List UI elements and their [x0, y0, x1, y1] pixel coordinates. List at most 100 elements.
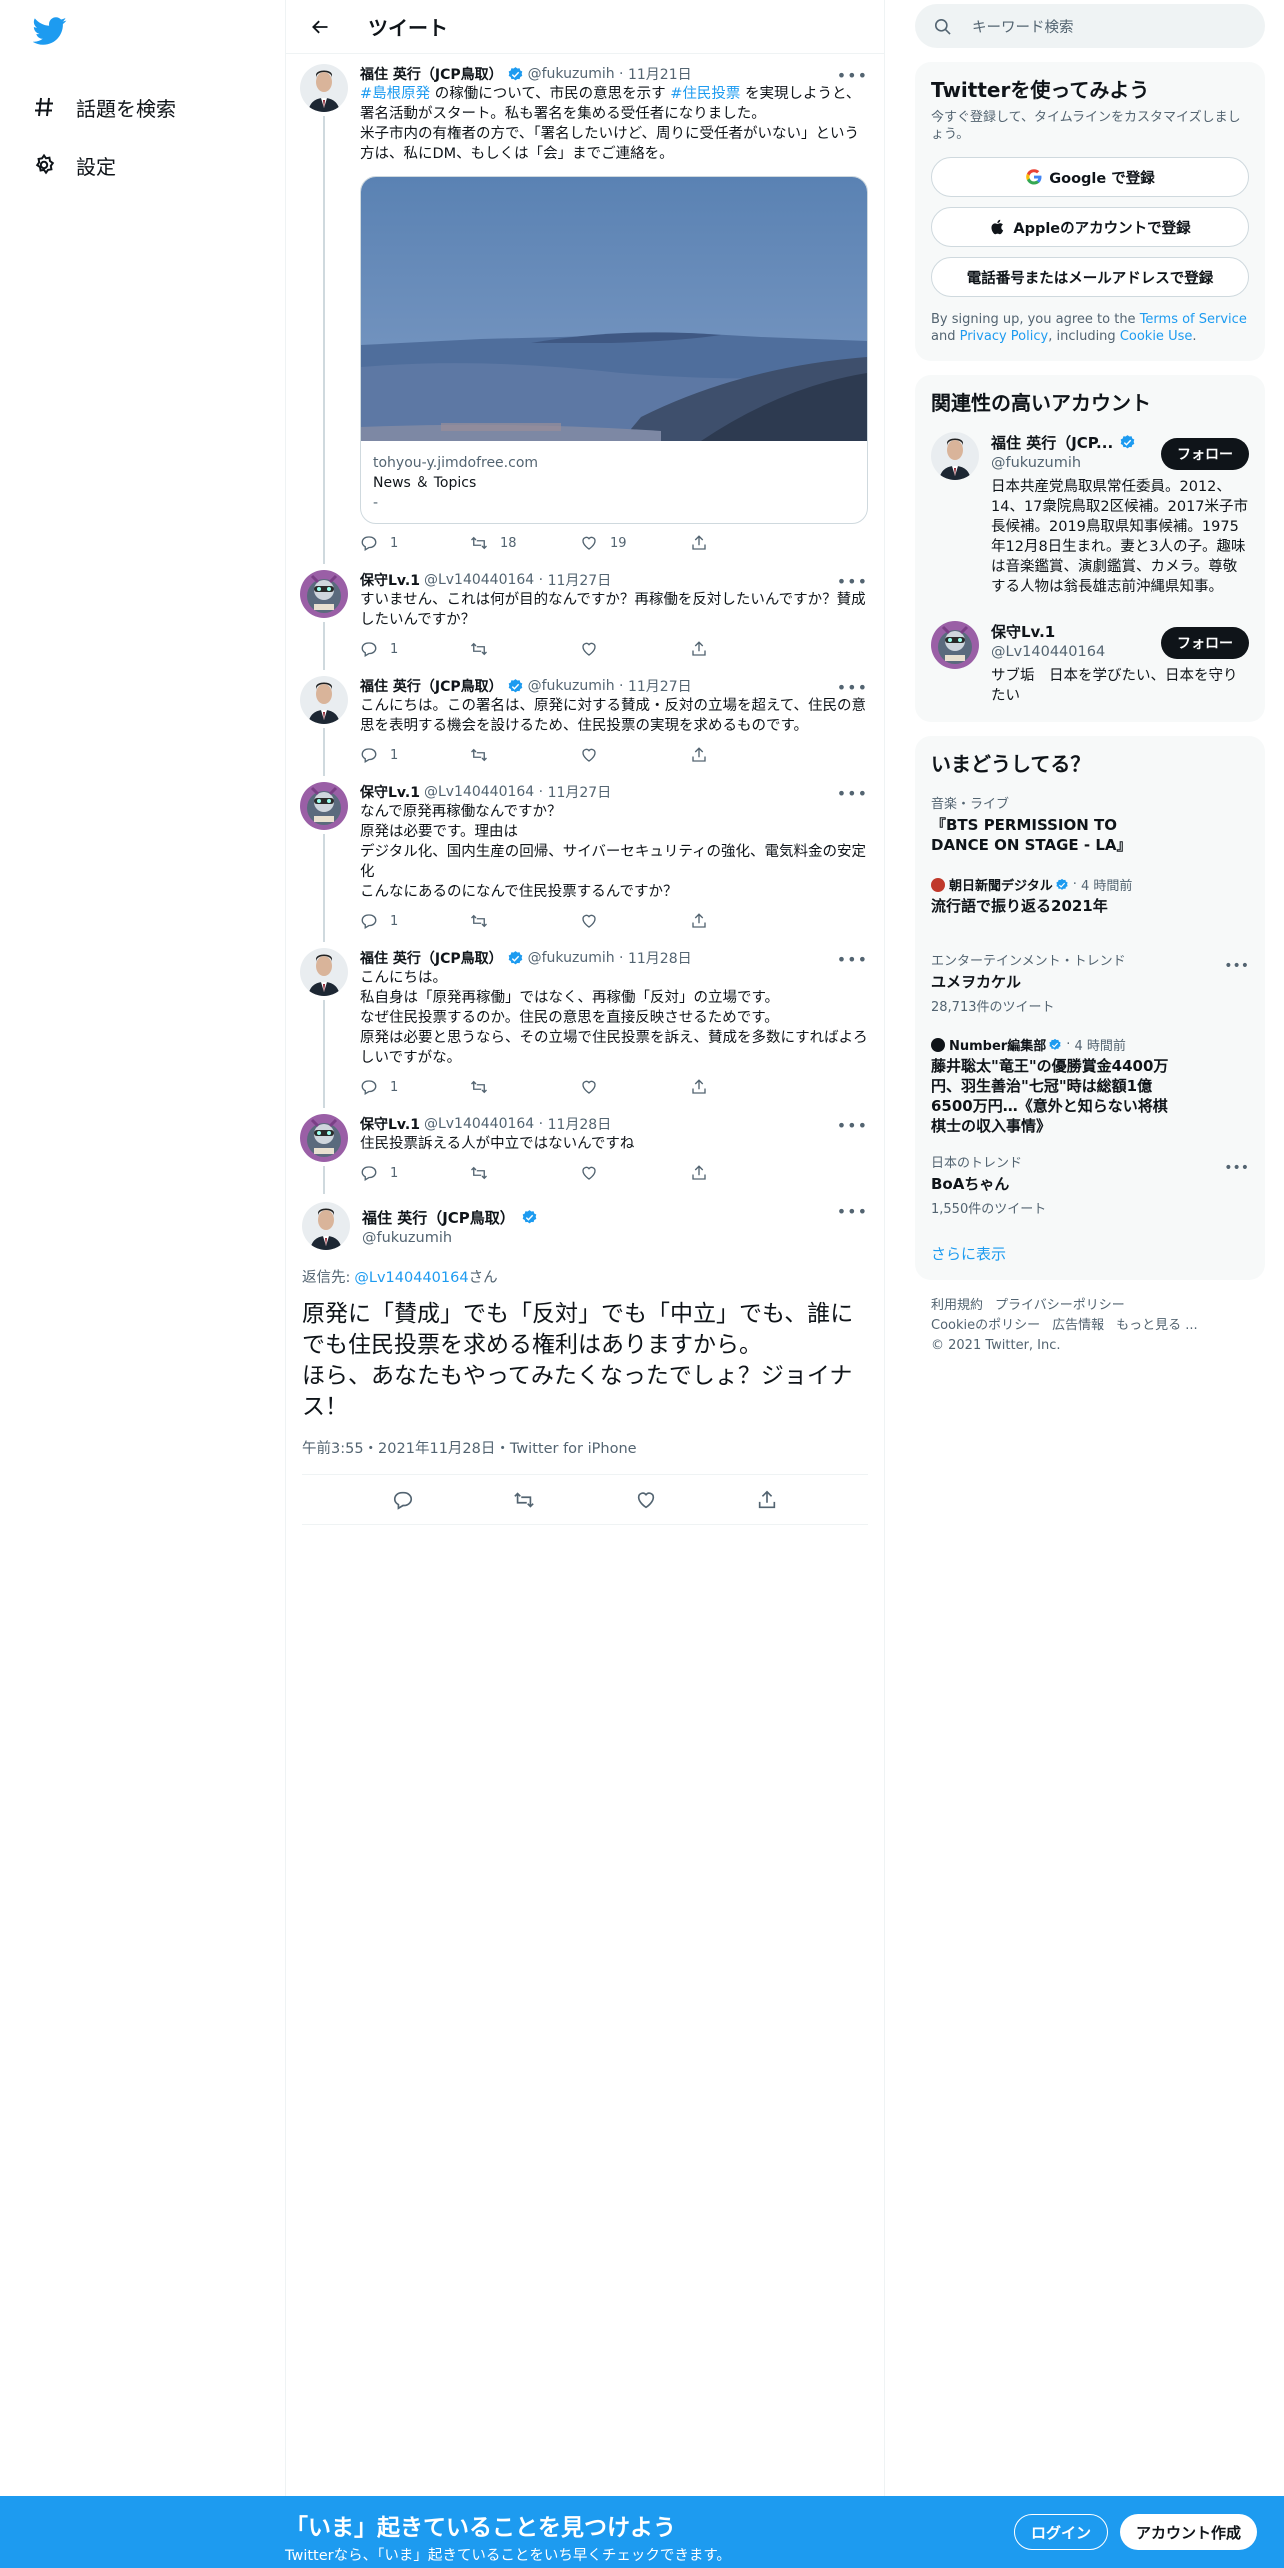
- author-name[interactable]: 保守Lv.1: [360, 570, 420, 590]
- gear-icon: [30, 151, 58, 179]
- more-icon[interactable]: •••: [1224, 1160, 1249, 1176]
- trend-item[interactable]: 朝日新聞デジタル · 4 時間前 流行語で振り返る2021年: [915, 865, 1265, 944]
- avatar[interactable]: [302, 1202, 350, 1250]
- author-name[interactable]: 福住 英行（JCP鳥取）: [360, 64, 503, 84]
- more-icon[interactable]: •••: [837, 1202, 868, 1221]
- footer-link[interactable]: もっと見る ...: [1116, 1318, 1198, 1333]
- avatar[interactable]: [300, 64, 348, 112]
- more-icon[interactable]: •••: [837, 66, 868, 85]
- nav-explore[interactable]: 話題を検索: [30, 78, 285, 136]
- author-name[interactable]: 福住 英行（JCP鳥取）: [360, 676, 503, 696]
- reply-button[interactable]: 1: [360, 640, 460, 658]
- tweet[interactable]: 保守Lv.1 @Lv140440164 · 11月28日 ••• 住民投票訴える…: [286, 1104, 884, 1194]
- trend-item[interactable]: 音楽・ライブ 『BTS PERMISSION TO DANCE ON STAGE…: [915, 787, 1265, 865]
- reply-icon[interactable]: [392, 1489, 414, 1511]
- reply-to-link[interactable]: @Lv140440164: [354, 1270, 468, 1286]
- retweet-button[interactable]: [470, 640, 570, 658]
- retweet-button[interactable]: [470, 1164, 570, 1182]
- tweet-date[interactable]: 11月27日: [628, 676, 692, 696]
- share-button[interactable]: [690, 746, 790, 764]
- heart-icon[interactable]: [635, 1489, 657, 1511]
- more-icon[interactable]: •••: [837, 678, 868, 697]
- hashtag-link[interactable]: #島根原発: [360, 86, 430, 102]
- tweet-date[interactable]: 11月27日: [548, 782, 612, 802]
- footer-link[interactable]: 利用規約: [931, 1298, 983, 1313]
- like-button[interactable]: [580, 1164, 680, 1182]
- author-name[interactable]: 福住 英行（JCP鳥取）: [360, 948, 503, 968]
- footer-link[interactable]: プライバシーポリシー: [995, 1298, 1125, 1313]
- signup-button[interactable]: アカウント作成: [1120, 2514, 1258, 2550]
- share-button[interactable]: [690, 640, 790, 658]
- nav-settings[interactable]: 設定: [30, 136, 285, 194]
- author-name[interactable]: 福住 英行（JCP鳥取）: [362, 1207, 515, 1228]
- more-icon[interactable]: •••: [837, 1116, 868, 1135]
- show-more-link[interactable]: さらに表示: [915, 1227, 1265, 1280]
- reply-button[interactable]: 1: [360, 1164, 460, 1182]
- tweet[interactable]: 保守Lv.1 @Lv140440164 · 11月27日 ••• すいません、こ…: [286, 560, 884, 670]
- tweet-date[interactable]: 11月28日: [628, 948, 692, 968]
- share-button[interactable]: [690, 534, 790, 552]
- search-input[interactable]: キーワード検索: [915, 4, 1265, 48]
- avatar[interactable]: [300, 676, 348, 724]
- retweet-icon[interactable]: [513, 1489, 535, 1511]
- share-button[interactable]: [690, 1078, 790, 1096]
- footer-link[interactable]: Cookieのポリシー: [931, 1318, 1040, 1333]
- more-icon[interactable]: •••: [1224, 958, 1249, 974]
- avatar[interactable]: [300, 948, 348, 996]
- login-button[interactable]: ログイン: [1014, 2514, 1109, 2550]
- tweet-date[interactable]: 11月21日: [628, 64, 692, 84]
- terms-link[interactable]: Terms of Service: [1140, 312, 1247, 327]
- like-button[interactable]: [580, 746, 680, 764]
- author-name[interactable]: 保守Lv.1: [360, 782, 420, 802]
- tweet[interactable]: 保守Lv.1 @Lv140440164 · 11月27日 ••• なんで原発再稼…: [286, 772, 884, 942]
- follow-button[interactable]: フォロー: [1161, 627, 1249, 659]
- retweet-button[interactable]: [470, 746, 570, 764]
- avatar[interactable]: [300, 1114, 348, 1162]
- like-button[interactable]: [580, 1078, 680, 1096]
- phone-email-signup-button[interactable]: 電話番号またはメールアドレスで登録: [931, 257, 1249, 297]
- apple-signup-button[interactable]: Appleのアカウントで登録: [931, 207, 1249, 247]
- reply-button[interactable]: 1: [360, 534, 460, 552]
- tweet[interactable]: 福住 英行（JCP鳥取） @fukuzumih · 11月27日 ••• こんに…: [286, 666, 884, 776]
- reply-button[interactable]: 1: [360, 912, 460, 930]
- privacy-link[interactable]: Privacy Policy: [960, 329, 1049, 344]
- reply-button[interactable]: 1: [360, 1078, 460, 1096]
- twitter-logo-icon[interactable]: [32, 14, 67, 48]
- avatar[interactable]: [931, 432, 979, 480]
- like-button[interactable]: [580, 912, 680, 930]
- avatar[interactable]: [931, 621, 979, 669]
- google-signup-button[interactable]: Google で登録: [931, 157, 1249, 197]
- like-button[interactable]: 19: [580, 534, 680, 552]
- like-button[interactable]: [580, 640, 680, 658]
- share-button[interactable]: [690, 1164, 790, 1182]
- tweet-date[interactable]: 11月28日: [548, 1114, 612, 1134]
- retweet-button[interactable]: [470, 1078, 570, 1096]
- retweet-button[interactable]: [470, 912, 570, 930]
- follow-button[interactable]: フォロー: [1161, 438, 1249, 470]
- retweet-button[interactable]: 18: [470, 534, 570, 552]
- account-item[interactable]: 保守Lv.1 @Lv140440164 サブ垢 日本を学びたい、日本を守りたい …: [915, 609, 1265, 722]
- avatar[interactable]: [300, 570, 348, 618]
- trend-item[interactable]: 日本のトレンド BoAちゃん 1,550件のツイート •••: [915, 1146, 1265, 1227]
- cookie-link[interactable]: Cookie Use: [1120, 329, 1193, 344]
- back-arrow-icon[interactable]: [302, 9, 338, 45]
- share-button[interactable]: [690, 912, 790, 930]
- author-name[interactable]: 保守Lv.1: [360, 1114, 420, 1134]
- trend-item[interactable]: Number編集部 · 4 時間前 藤井聡太"竜王"の優勝賞金4400万円、羽生…: [915, 1025, 1265, 1146]
- link-card[interactable]: tohyou-y.jimdofree.com News ＆ Topics -: [360, 176, 868, 524]
- more-icon[interactable]: •••: [837, 950, 868, 969]
- share-icon[interactable]: [756, 1489, 778, 1511]
- avatar[interactable]: [300, 782, 348, 830]
- trend-source: 朝日新聞デジタル: [949, 879, 1053, 894]
- reply-button[interactable]: 1: [360, 746, 460, 764]
- hashtag-link[interactable]: #住民投票: [670, 86, 740, 102]
- footer-link[interactable]: 広告情報: [1052, 1318, 1104, 1333]
- more-icon[interactable]: •••: [837, 784, 868, 803]
- tweet-timestamp[interactable]: 午前3:55・2021年11月28日・Twitter for iPhone: [302, 1437, 868, 1475]
- tweet[interactable]: 福住 英行（JCP鳥取） @fukuzumih · 11月28日 ••• こんに…: [286, 938, 884, 1108]
- tweet-date[interactable]: 11月27日: [548, 570, 612, 590]
- trend-item[interactable]: エンターテインメント・トレンド ユメヲカケル 28,713件のツイート •••: [915, 944, 1265, 1025]
- more-icon[interactable]: •••: [837, 572, 868, 591]
- tweet[interactable]: 福住 英行（JCP鳥取） @fukuzumih · 11月21日 ••• #島根…: [286, 54, 884, 564]
- account-item[interactable]: 福住 英行（JCP... @fukuzumih 日本共産党鳥取県常任委員。201…: [915, 420, 1265, 609]
